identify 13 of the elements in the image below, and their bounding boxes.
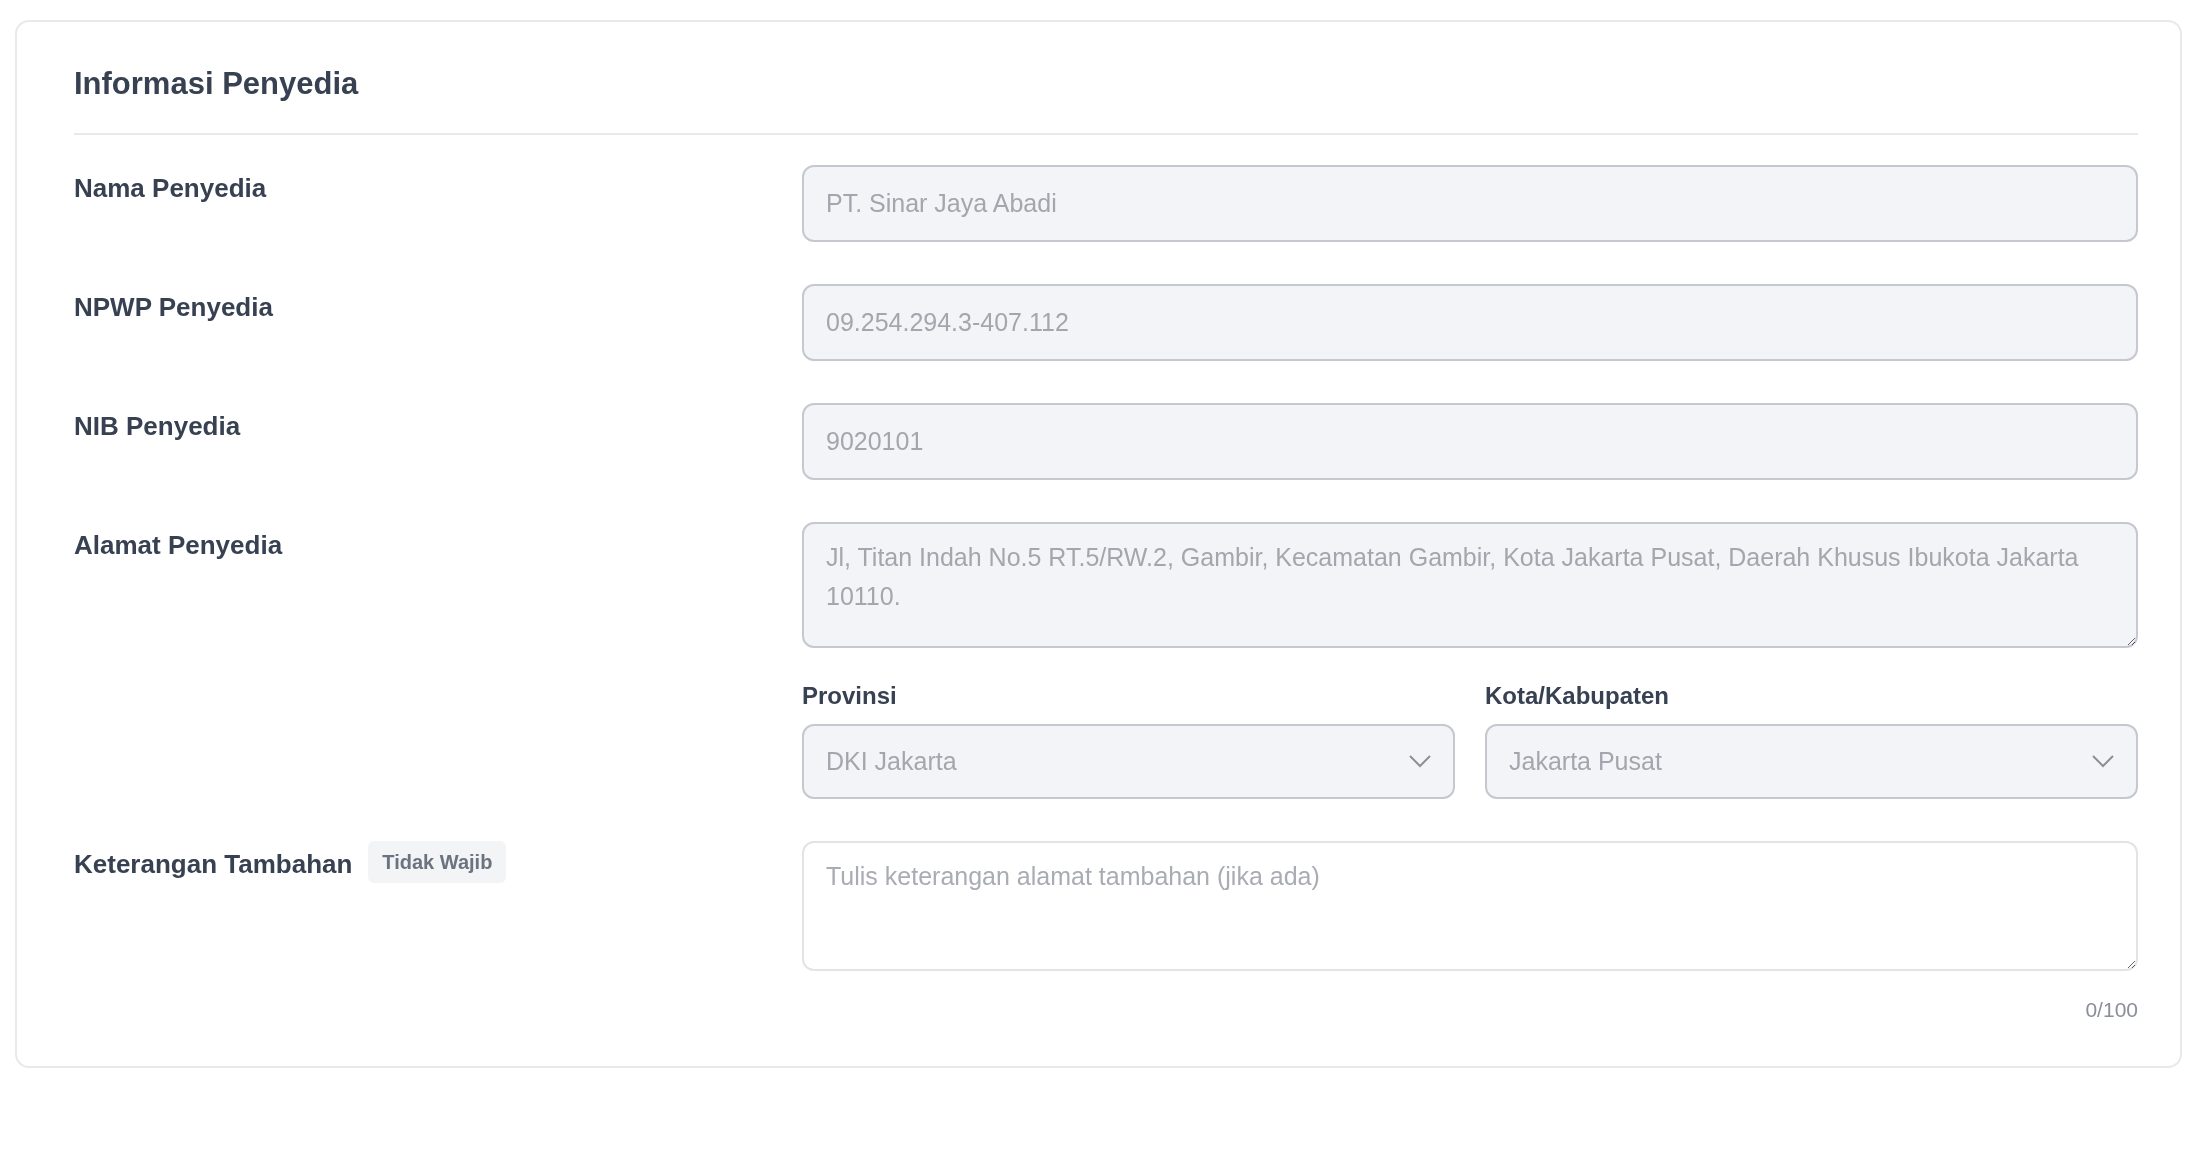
chevron-down-icon — [2092, 755, 2114, 769]
field-label: Provinsi — [802, 681, 898, 712]
field-label: NIB Penyedia — [74, 410, 242, 444]
field-label: NPWP Penyedia — [74, 291, 274, 325]
field-label: Nama Penyedia — [74, 172, 268, 206]
field-label: Keterangan Tambahan — [74, 848, 353, 882]
character-counter: 0/100 — [2084, 997, 2138, 1024]
chevron-down-icon — [1409, 755, 1431, 769]
field-label: Alamat Penyedia — [74, 529, 284, 563]
notes-field[interactable]: Tulis keterangan alamat tambahan (jika ada) — [802, 841, 2138, 972]
optional-tag: Tidak Wajib — [368, 841, 507, 884]
field-label: Kota/Kabupaten — [1485, 681, 1670, 712]
section-title: Informasi Penyedia — [74, 65, 360, 103]
